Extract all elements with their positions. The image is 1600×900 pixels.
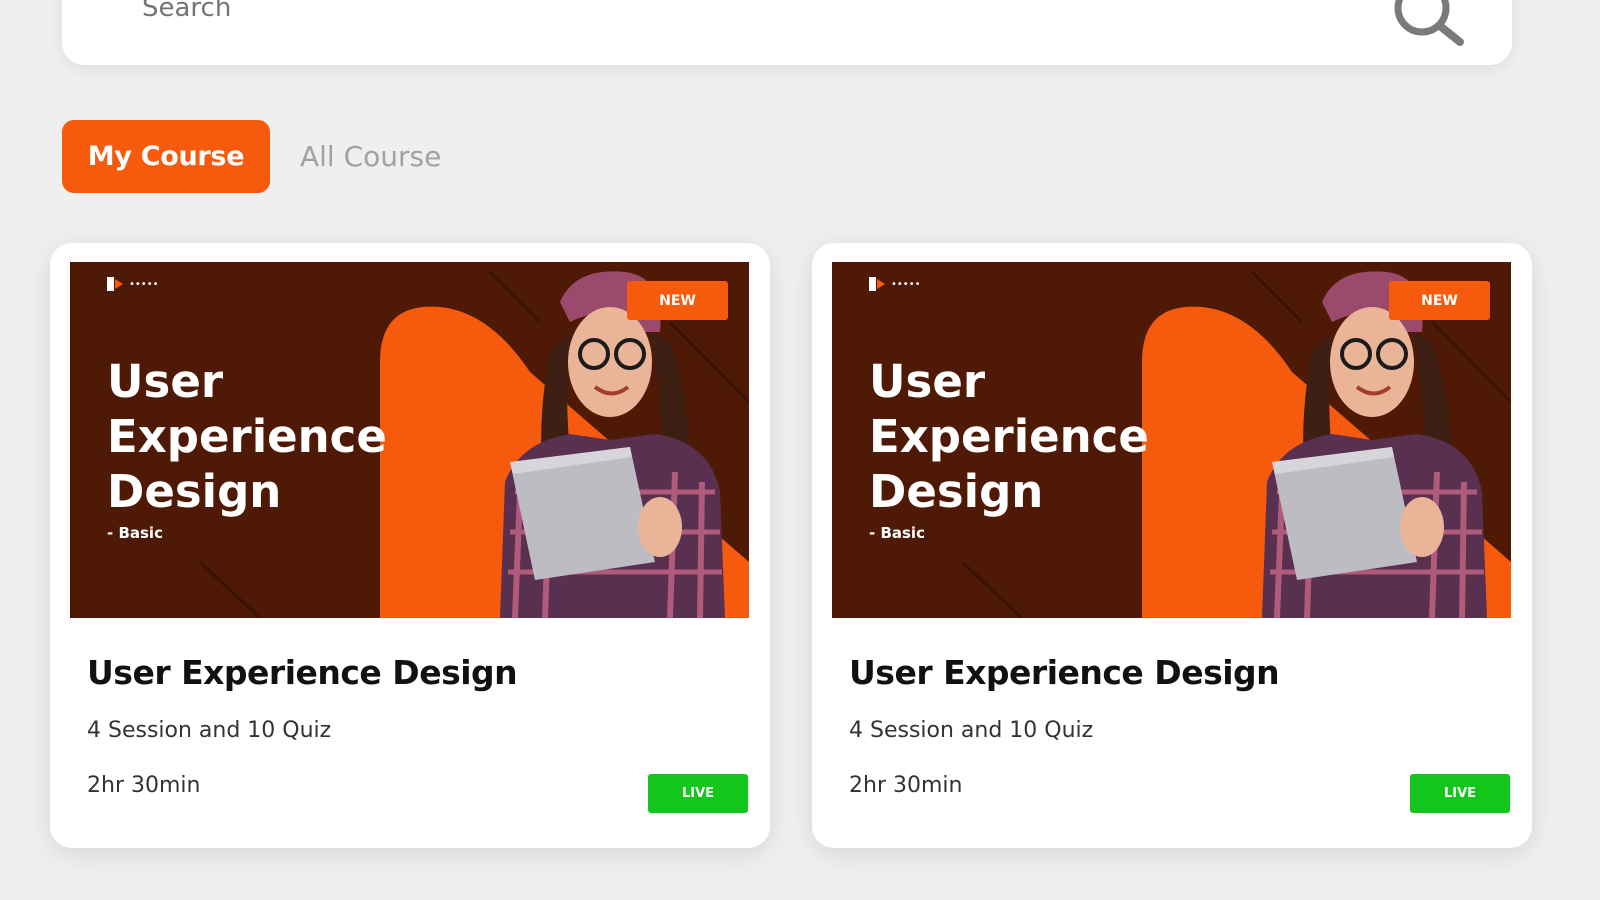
- new-badge: NEW: [627, 281, 728, 320]
- tab-my-course[interactable]: My Course: [62, 120, 270, 193]
- course-title[interactable]: User Experience Design: [849, 653, 1280, 692]
- course-duration: 2hr 30min: [849, 773, 963, 798]
- tab-all-course[interactable]: All Course: [300, 120, 441, 193]
- course-thumbnail: ••••• User Experience Design - Basic NEW: [70, 262, 749, 618]
- course-thumbnail: ••••• User Experience Design - Basic NEW: [832, 262, 1511, 618]
- course-sessions: 4 Session and 10 Quiz: [849, 718, 1094, 743]
- course-card[interactable]: ••••• User Experience Design - Basic NEW…: [812, 243, 1532, 848]
- brand-logo: •••••: [868, 275, 921, 293]
- thumbnail-subtitle: - Basic: [107, 524, 163, 542]
- search-input[interactable]: [140, 0, 1344, 24]
- live-badge: LIVE: [1410, 774, 1510, 813]
- course-title[interactable]: User Experience Design: [87, 653, 518, 692]
- search-icon[interactable]: [1390, 0, 1468, 50]
- course-sessions: 4 Session and 10 Quiz: [87, 718, 332, 743]
- brand-logo: •••••: [106, 275, 159, 293]
- thumbnail-subtitle: - Basic: [869, 524, 925, 542]
- course-duration: 2hr 30min: [87, 773, 201, 798]
- live-badge: LIVE: [648, 774, 748, 813]
- course-card[interactable]: ••••• User Experience Design - Basic NEW…: [50, 243, 770, 848]
- new-badge: NEW: [1389, 281, 1490, 320]
- search-bar[interactable]: [62, 0, 1512, 65]
